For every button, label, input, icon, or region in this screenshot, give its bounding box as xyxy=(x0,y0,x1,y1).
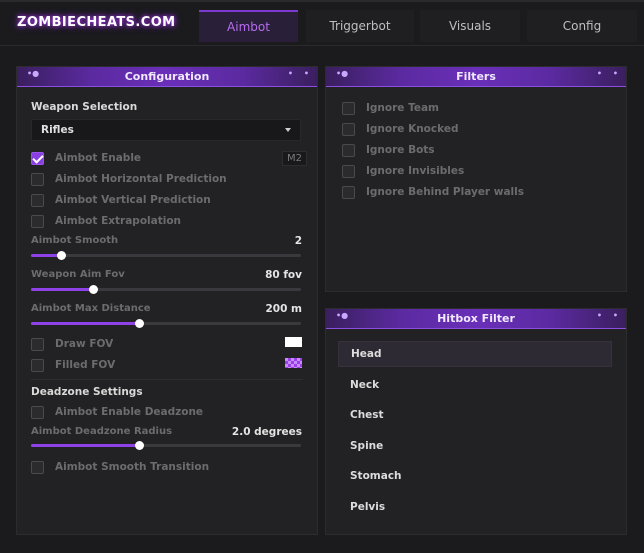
checkbox[interactable] xyxy=(31,460,44,474)
checkbox[interactable] xyxy=(342,143,355,157)
slider-label-deadzone-radius: Aimbot Deadzone Radius xyxy=(31,426,173,437)
header-dots-icon: • xyxy=(612,311,618,320)
weapon-selection-label: Weapon Selection xyxy=(31,101,138,113)
filters-panel: •● Filters • • Ignore Team Ignore Knocke… xyxy=(325,66,627,292)
checkbox[interactable] xyxy=(342,164,355,178)
header-dots-icon: • xyxy=(303,69,309,78)
checkbox-vertical-prediction[interactable]: Aimbot Vertical Prediction xyxy=(31,192,211,208)
slider-aim-fov[interactable] xyxy=(31,285,301,294)
checkbox-label: Ignore Invisibles xyxy=(366,165,465,177)
slider-value-max-distance: 200 m xyxy=(265,303,302,315)
checkbox-label: Draw FOV xyxy=(55,338,114,350)
checkbox[interactable] xyxy=(342,122,355,136)
checkbox-label: Aimbot Smooth Transition xyxy=(55,461,210,473)
section-divider xyxy=(31,379,303,380)
header-dots-icon: •● xyxy=(27,69,40,78)
slider-smooth[interactable] xyxy=(31,251,301,260)
header-dots-icon: • xyxy=(596,69,602,78)
tab-visuals[interactable]: Visuals xyxy=(420,10,520,42)
slider-knob[interactable] xyxy=(56,251,66,260)
header-dots-icon: • xyxy=(287,69,293,78)
checkbox[interactable] xyxy=(31,193,44,207)
checkbox[interactable] xyxy=(342,101,355,115)
checkbox-extrapolation[interactable]: Aimbot Extrapolation xyxy=(31,213,181,229)
color-picker-draw-fov[interactable] xyxy=(285,337,302,347)
tab-triggerbot[interactable]: Triggerbot xyxy=(306,10,414,42)
slider-label-aim-fov: Weapon Aim Fov xyxy=(31,269,125,280)
header-dots-icon: •● xyxy=(336,69,349,78)
slider-deadzone-radius[interactable] xyxy=(31,441,301,450)
weapon-dropdown[interactable]: Rifles xyxy=(31,119,301,141)
slider-max-distance[interactable] xyxy=(31,319,301,328)
checkbox-aimbot-enable[interactable]: Aimbot Enable xyxy=(31,150,141,166)
slider-fill xyxy=(31,444,139,447)
checkbox-ignore-bots[interactable]: Ignore Bots xyxy=(342,142,435,158)
checkbox-ignore-team[interactable]: Ignore Team xyxy=(342,100,439,116)
checkbox-label: Aimbot Horizontal Prediction xyxy=(55,173,227,185)
checkbox-checked[interactable] xyxy=(31,151,44,165)
checkbox-label: Ignore Behind Player walls xyxy=(366,186,525,198)
header-dots-icon: •● xyxy=(336,311,349,320)
checkbox-ignore-knocked[interactable]: Ignore Knocked xyxy=(342,121,458,137)
checkbox[interactable] xyxy=(31,405,44,419)
configuration-header: •● Configuration • • xyxy=(17,67,317,87)
slider-knob[interactable] xyxy=(89,285,99,294)
slider-fill xyxy=(31,322,139,325)
slider-value-smooth: 2 xyxy=(294,235,302,247)
chevron-down-icon xyxy=(285,128,291,132)
checkbox[interactable] xyxy=(31,358,44,372)
checkbox-label: Aimbot Vertical Prediction xyxy=(55,194,211,206)
slider-value-deadzone-radius: 2.0 degrees xyxy=(231,426,302,438)
hitbox-item-pelvis[interactable]: Pelvis xyxy=(338,494,612,520)
checkbox-ignore-invisibles[interactable]: Ignore Invisibles xyxy=(342,163,464,179)
tab-config[interactable]: Config xyxy=(527,10,637,42)
logo: ZOMBIECHEATS.COM xyxy=(17,14,176,30)
hitbox-item-head[interactable]: Head xyxy=(338,341,612,367)
filters-header: •● Filters • • xyxy=(326,67,626,87)
header-dots-icon: • xyxy=(612,69,618,78)
hitbox-filter-title: Hitbox Filter xyxy=(437,312,515,325)
slider-knob[interactable] xyxy=(135,441,144,450)
slider-label-max-distance: Aimbot Max Distance xyxy=(31,303,151,314)
slider-fill xyxy=(31,288,94,291)
hitbox-filter-panel: •● Hitbox Filter • • Head Neck Chest Spi… xyxy=(325,308,627,535)
checkbox-smooth-transition[interactable]: Aimbot Smooth Transition xyxy=(31,459,209,475)
filters-title: Filters xyxy=(456,70,496,83)
configuration-panel: •● Configuration • • Weapon Selection Ri… xyxy=(16,66,318,535)
checkbox-label: Filled FOV xyxy=(55,359,116,371)
checkbox-label: Aimbot Enable Deadzone xyxy=(55,406,204,418)
tab-aimbot[interactable]: Aimbot xyxy=(199,10,298,42)
color-picker-filled-fov[interactable] xyxy=(285,358,302,368)
hitbox-item-chest[interactable]: Chest xyxy=(338,402,612,428)
checkbox[interactable] xyxy=(31,337,44,351)
slider-label-smooth: Aimbot Smooth xyxy=(31,235,119,246)
checkbox-enable-deadzone[interactable]: Aimbot Enable Deadzone xyxy=(31,404,203,420)
checkbox-label: Ignore Knocked xyxy=(366,123,459,135)
checkbox-horizontal-prediction[interactable]: Aimbot Horizontal Prediction xyxy=(31,171,227,187)
checkbox-label: Ignore Team xyxy=(366,102,439,114)
checkbox-ignore-behind-walls[interactable]: Ignore Behind Player walls xyxy=(342,184,524,200)
deadzone-settings-title: Deadzone Settings xyxy=(31,386,143,398)
configuration-title: Configuration xyxy=(124,70,210,83)
checkbox[interactable] xyxy=(31,172,44,186)
checkbox[interactable] xyxy=(31,214,44,228)
checkbox-label: Ignore Bots xyxy=(366,144,435,156)
slider-knob[interactable] xyxy=(135,319,144,328)
keybind-badge[interactable]: M2 xyxy=(282,151,307,166)
hitbox-item-neck[interactable]: Neck xyxy=(338,372,612,398)
weapon-dropdown-value: Rifles xyxy=(41,124,74,136)
top-bar: ZOMBIECHEATS.COM Aimbot Triggerbot Visua… xyxy=(0,0,644,46)
checkbox-label: Aimbot Enable xyxy=(55,152,142,164)
checkbox-draw-fov[interactable]: Draw FOV xyxy=(31,336,113,352)
checkbox[interactable] xyxy=(342,185,355,199)
slider-value-aim-fov: 80 fov xyxy=(265,269,302,281)
checkbox-label: Aimbot Extrapolation xyxy=(55,215,182,227)
hitbox-item-stomach[interactable]: Stomach xyxy=(338,463,612,489)
checkbox-filled-fov[interactable]: Filled FOV xyxy=(31,357,115,373)
hitbox-filter-header: •● Hitbox Filter • • xyxy=(326,309,626,329)
hitbox-item-spine[interactable]: Spine xyxy=(338,433,612,459)
top-line xyxy=(0,0,644,2)
header-dots-icon: • xyxy=(596,311,602,320)
